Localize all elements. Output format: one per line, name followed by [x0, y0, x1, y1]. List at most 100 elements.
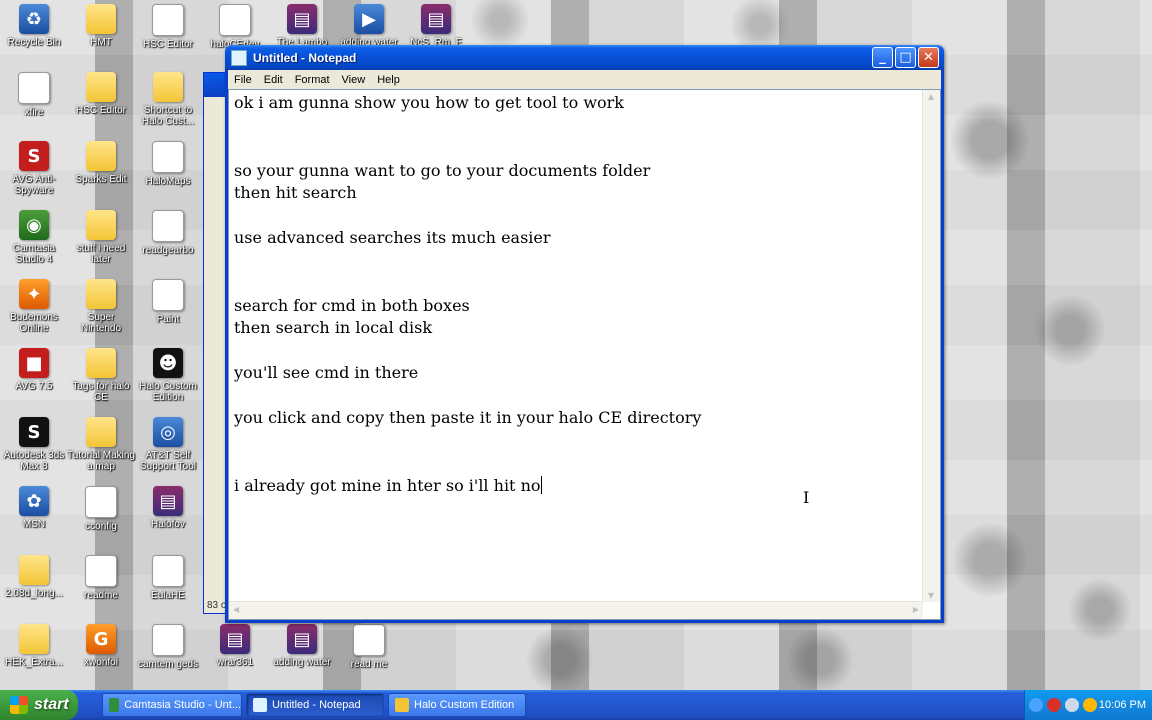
maximize-button[interactable]: □	[895, 47, 916, 68]
taskbar: start Camtasia Studio - Unt... Untitled …	[0, 690, 1152, 720]
desktop-icon[interactable]: ✎ Paint	[134, 279, 202, 345]
scroll-down-icon[interactable]: ▼	[928, 591, 934, 600]
camtasia-icon	[109, 698, 120, 712]
desktop-icon[interactable]: ☻ Halo Custom Edition	[134, 348, 202, 414]
scroll-up-icon[interactable]: ▲	[928, 92, 934, 101]
desktop-icon-label: HSC Editor	[75, 105, 126, 116]
scroll-left-icon[interactable]: ◀	[233, 605, 239, 614]
desktop-icon[interactable]: ≡ HaloMaps	[134, 141, 202, 207]
desktop-icon-label: HMT	[90, 37, 112, 48]
menu-help[interactable]: Help	[371, 74, 406, 86]
notepad-icon	[253, 698, 267, 712]
task-halo-custom-edition[interactable]: Halo Custom Edition	[388, 693, 526, 717]
desktop-icon[interactable]: ✕ xfire	[0, 72, 68, 138]
desktop-icon[interactable]: Tutorial Making a map	[67, 417, 135, 483]
desktop-icon[interactable]: HSC Editor	[67, 72, 135, 138]
desktop-icon[interactable]: ≡ HSC Editor	[134, 4, 202, 70]
desktop-icon[interactable]: ◉ Camtasia Studio 4	[0, 210, 68, 276]
folder-icon	[86, 210, 116, 240]
archive-icon: ▤	[421, 4, 451, 34]
task-camtasia[interactable]: Camtasia Studio - Unt...	[102, 693, 242, 717]
desktop-icon[interactable]: ≡ read me	[335, 624, 403, 690]
desktop-icon[interactable]: S AVG Anti-Spyware	[0, 141, 68, 207]
text-line	[234, 115, 918, 138]
menu-view[interactable]: View	[336, 74, 372, 86]
app-icon: ✿	[19, 486, 49, 516]
desktop-icon[interactable]: Gxwonfoi	[67, 624, 135, 690]
app-icon: ■	[19, 348, 49, 378]
archive-icon: ▤	[220, 624, 250, 654]
desktop-icon-label: wrar361	[216, 657, 254, 668]
desktop-icon[interactable]: ▤ wrar361	[201, 624, 269, 690]
folder-icon	[86, 141, 116, 171]
notepad-window[interactable]: Untitled - Notepad _ □ ✕ File Edit Forma…	[225, 45, 944, 623]
text-line-content: i already got mine in hter so i'll hit n…	[234, 475, 541, 495]
task-label: Camtasia Studio - Unt...	[124, 699, 241, 711]
text-line-content: then hit search	[234, 183, 357, 202]
background-window-status: 83 o	[207, 600, 227, 611]
desktop-icon-label: Halo Custom Edition	[139, 381, 197, 403]
desktop-icon-label: Budemons Online	[10, 312, 58, 334]
minimize-button[interactable]: _	[872, 47, 893, 68]
task-notepad[interactable]: Untitled - Notepad	[246, 693, 384, 717]
desktop-icon[interactable]: HMT	[67, 4, 135, 70]
desktop-icon[interactable]: Shortcut to Halo Cust...	[134, 72, 202, 138]
notepad-titlebar[interactable]: Untitled - Notepad _ □ ✕	[225, 45, 944, 70]
menu-format[interactable]: Format	[289, 74, 336, 86]
text-line	[234, 205, 918, 228]
desktop-icon[interactable]: ✎ EulaHE	[134, 555, 202, 621]
desktop-icon[interactable]: ✿ MSN	[0, 486, 68, 552]
text-line: use advanced searches its much easier	[234, 227, 918, 250]
app-icon: G	[86, 624, 116, 654]
desktop-icon[interactable]: Tags for halo CE	[67, 348, 135, 414]
document-icon: ≡	[152, 210, 184, 242]
desktop-icon[interactable]: ✦ Budemons Online	[0, 279, 68, 345]
system-tray: 10:06 PM	[1024, 690, 1152, 720]
text-line: you click and copy then paste it in your…	[234, 407, 918, 430]
network-icon[interactable]	[1065, 698, 1079, 712]
vertical-scrollbar[interactable]: ▲ ▼	[922, 90, 940, 602]
desktop-icon[interactable]: ≡ readgearbo	[134, 210, 202, 276]
desktop-icon[interactable]: ▤ Halofov	[134, 486, 202, 552]
text-editor-area[interactable]: ok i am gunna show you how to get tool t…	[228, 89, 941, 620]
start-button[interactable]: start	[0, 690, 78, 720]
folder-icon	[19, 624, 49, 654]
back-arrow-icon[interactable]	[1029, 698, 1043, 712]
folder-icon	[86, 348, 116, 378]
close-button[interactable]: ✕	[918, 47, 939, 68]
msn-icon[interactable]	[1083, 698, 1097, 712]
desktop-icon[interactable]: Sparks Edit	[67, 141, 135, 207]
desktop-icon[interactable]: ≡ camtem geds	[134, 624, 202, 690]
desktop-icon[interactable]: 2.08d_long...	[0, 555, 68, 621]
desktop-icon[interactable]: ▤ adding water	[268, 624, 336, 690]
desktop-icon[interactable]: HEK_Extra...	[0, 624, 68, 690]
menu-file[interactable]: File	[228, 74, 258, 86]
desktop-icon[interactable]: ⚙ cconfig	[67, 486, 135, 552]
folder-icon	[395, 698, 409, 712]
document-text[interactable]: ok i am gunna show you how to get tool t…	[234, 92, 918, 601]
desktop-icon[interactable]: Super Nintendo	[67, 279, 135, 345]
menu-bar: File Edit Format View Help	[228, 70, 941, 89]
document-icon: ≡	[85, 555, 117, 587]
minimize-icon: _	[879, 50, 886, 65]
antivirus-icon[interactable]	[1047, 698, 1061, 712]
scroll-right-icon[interactable]: ▶	[913, 605, 919, 614]
text-line-content: you click and copy then paste it in your…	[234, 408, 702, 427]
desktop-icon[interactable]: stuff i need later	[67, 210, 135, 276]
text-line	[234, 385, 918, 408]
desktop-icon[interactable]: ■ AVG 7.5	[0, 348, 68, 414]
ibeam-cursor-icon: I	[803, 488, 810, 507]
horizontal-scrollbar[interactable]: ◀ ▶	[229, 601, 923, 619]
desktop-icon-label: Super Nintendo	[80, 312, 122, 334]
desktop-icon-label: Shortcut to Halo Cust...	[141, 105, 195, 127]
desktop-icon[interactable]: ≡ readme	[67, 555, 135, 621]
menu-edit[interactable]: Edit	[258, 74, 289, 86]
desktop-icon[interactable]: ♻ Recycle Bin	[0, 4, 68, 70]
text-line: then search in local disk	[234, 317, 918, 340]
text-line	[234, 250, 918, 273]
document-icon: ✎	[152, 279, 184, 311]
text-line	[234, 452, 918, 475]
document-icon: ≡	[152, 141, 184, 173]
desktop-icon[interactable]: S Autodesk 3ds Max 8	[0, 417, 68, 483]
desktop-icon[interactable]: ◎ AT&T Self Support Tool	[134, 417, 202, 483]
